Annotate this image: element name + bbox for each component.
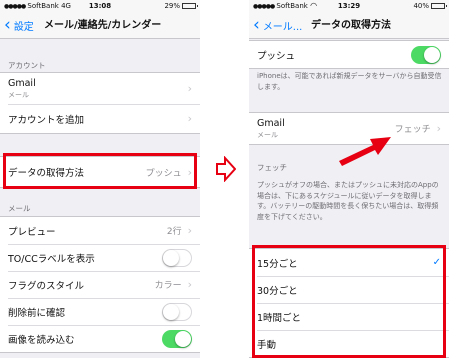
chevron-right-icon: › — [187, 224, 192, 237]
accounts-group: Gmail メール › アカウントを追加 › — [0, 72, 200, 134]
back-label: メール... — [262, 22, 303, 33]
flag-style-value: カラー — [154, 281, 182, 291]
fetch-option-row[interactable]: 1時間ごと — [249, 303, 449, 330]
push-row: プッシュ — [249, 41, 449, 68]
fetch-option-label: 15分ごと — [257, 258, 298, 270]
fetch-new-data-value: プッシュ — [145, 168, 182, 179]
fetch-section-header: フェッチ — [257, 163, 287, 172]
status-bar: ●●●●● SoftBank 4G 13:08 29% — [0, 0, 200, 12]
accounts-section-header: アカウント — [8, 61, 46, 70]
back-label: 設定 — [13, 22, 34, 33]
page-title: データの取得方法 — [311, 20, 391, 31]
gmail-label: Gmail — [257, 117, 285, 129]
add-account-label: アカウントを追加 — [8, 114, 85, 126]
fetch-group: データの取得方法 プッシュ › — [0, 156, 200, 188]
fetch-option-row[interactable]: 手動 — [249, 330, 449, 357]
tocc-label: TO/CCラベルを表示 — [8, 253, 95, 265]
battery-percent: 40% — [413, 2, 429, 10]
chevron-right-icon: › — [187, 82, 192, 95]
fetch-option-label: 30分ごと — [257, 285, 298, 297]
fetch-option-row[interactable]: 30分ごと — [249, 276, 449, 303]
preview-value: 2行 — [166, 227, 182, 237]
tocc-toggle[interactable] — [162, 248, 192, 267]
push-label: プッシュ — [257, 50, 296, 62]
flag-style-label: フラグのスタイル — [8, 280, 85, 292]
load-images-row: 画像を読み込む — [0, 325, 200, 352]
chevron-left-icon: ‹ — [4, 15, 11, 35]
load-images-toggle[interactable] — [162, 329, 192, 348]
mail-group: プレビュー 2行 › TO/CCラベルを表示 フラグのスタイル カラー › 削除… — [0, 216, 200, 353]
fetch-description: プッシュがオフの場合、またはプッシュに未対応のAppの場合は、下にあるスケジュー… — [257, 181, 439, 221]
flag-style-row[interactable]: フラグのスタイル カラー › — [0, 271, 200, 298]
navigation-bar: ‹ 設定 メール/連絡先/カレンダー — [0, 12, 200, 39]
chevron-right-icon: › — [436, 122, 441, 135]
navigation-bar: ‹ メール... データの取得方法 — [249, 12, 449, 39]
preview-row[interactable]: プレビュー 2行 › — [0, 217, 200, 244]
gmail-schedule-value: フェッチ — [394, 125, 431, 135]
ask-before-deleting-row: 削除前に確認 — [0, 298, 200, 325]
chevron-left-icon: ‹ — [253, 15, 260, 35]
fetch-new-data-label: データの取得方法 — [8, 168, 85, 179]
chevron-right-icon: › — [187, 165, 192, 179]
mail-section-header: メール — [8, 204, 31, 213]
battery-percent: 29% — [164, 2, 180, 10]
push-toggle[interactable] — [411, 45, 441, 64]
fetch-options-group: 15分ごと ✓ 30分ごと 1時間ごと手動 — [249, 248, 449, 358]
back-button[interactable]: ‹ 設定 — [4, 12, 34, 39]
page-title: メール/連絡先/カレンダー — [44, 20, 162, 31]
battery-icon — [431, 3, 447, 9]
back-button[interactable]: ‹ メール... — [253, 12, 302, 39]
left-screen: ●●●●● SoftBank 4G 13:08 29% ‹ 設定 メール/連絡先… — [0, 0, 200, 358]
gmail-label: Gmail — [8, 77, 36, 89]
fetch-option-label: 1時間ごと — [257, 312, 302, 324]
ask-before-deleting-label: 削除前に確認 — [8, 307, 66, 319]
fetch-option-row[interactable]: 15分ごと ✓ — [249, 249, 449, 276]
gmail-sublabel: メール — [8, 90, 29, 99]
chevron-right-icon: › — [187, 112, 192, 125]
battery-icon — [182, 3, 198, 9]
fetch-option-label: 手動 — [257, 339, 277, 351]
tocc-row: TO/CCラベルを表示 — [0, 244, 200, 271]
ask-before-deleting-toggle[interactable] — [162, 302, 192, 321]
gmail-account-row[interactable]: Gmail メール › — [0, 73, 200, 104]
preview-label: プレビュー — [8, 226, 56, 238]
load-images-label: 画像を読み込む — [8, 334, 75, 346]
right-screen: ●●●●● SoftBank ◠ 13:29 40% ‹ メール... データの… — [249, 0, 449, 358]
chevron-right-icon: › — [187, 278, 192, 291]
push-description: iPhoneは、可能であれば新規データをサーバから自動受信します。 — [257, 72, 442, 91]
arrow-icon — [339, 137, 391, 166]
checkmark-icon: ✓ — [432, 257, 441, 268]
fetch-new-data-row[interactable]: データの取得方法 プッシュ › — [0, 157, 200, 187]
push-group: プッシュ — [249, 40, 449, 69]
status-bar: ●●●●● SoftBank ◠ 13:29 40% — [249, 0, 449, 12]
arrow-icon — [216, 156, 236, 182]
add-account-row[interactable]: アカウントを追加 › — [0, 104, 200, 133]
